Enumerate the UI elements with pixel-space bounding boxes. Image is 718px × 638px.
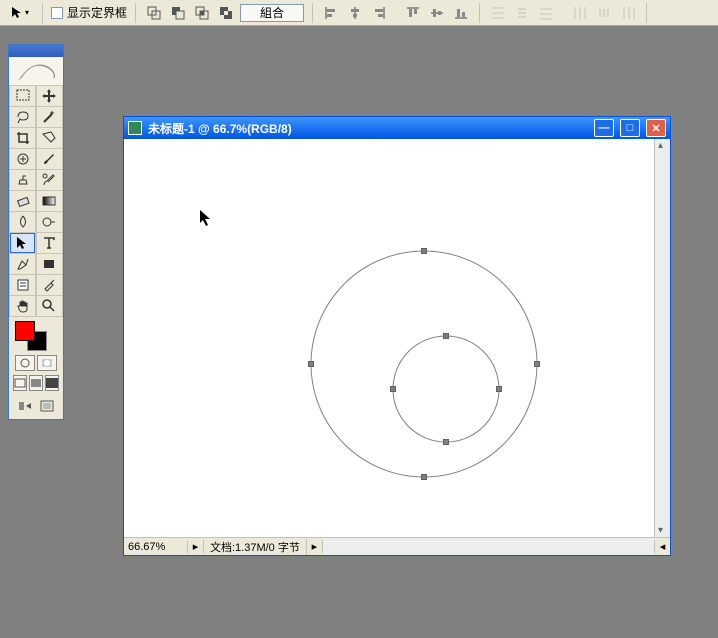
tool-eraser[interactable] [10,191,35,211]
align-vcenter-button[interactable] [427,3,447,23]
tool-gradient[interactable] [37,191,62,211]
tool-healing-brush[interactable] [10,149,35,169]
tool-zoom[interactable] [37,296,62,316]
foreground-color-swatch[interactable] [15,321,35,341]
distribute-hcenter-button [594,3,614,23]
vertical-scrollbar[interactable] [654,139,670,537]
screen-mode-row [9,373,63,393]
distribute-right-button [618,3,638,23]
align-left-button[interactable] [321,3,341,23]
pathfinder-exclude-button[interactable] [216,3,236,23]
distribute-vcenter-button [512,3,532,23]
hscroll-left-button[interactable]: ▸ [307,540,323,553]
chevron-down-icon: ▾ [25,8,29,17]
tool-shape[interactable] [37,254,62,274]
selection-handle[interactable] [390,386,396,392]
selection-handle[interactable] [308,361,314,367]
status-bar: 66.67% ▸ 文档:1.37M/0 字节 ▸ ◂ [124,537,670,555]
status-info: 文档:1.37M/0 字节 [204,539,307,555]
tool-dodge[interactable] [37,212,62,232]
zoom-display[interactable]: 66.67% [124,541,188,553]
selection-handle[interactable] [496,386,502,392]
selection-handle[interactable] [421,474,427,480]
tool-preset-picker[interactable]: ▾ [6,3,34,23]
align-top-button[interactable] [403,3,423,23]
separator [312,3,313,23]
hscroll-right-button[interactable]: ◂ [654,540,670,553]
pathfinder-subtract-button[interactable] [168,3,188,23]
distribute-top-button [488,3,508,23]
tool-type[interactable] [37,233,62,253]
document-titlebar[interactable]: 未标题-1 @ 66.7%(RGB/8) — □ ✕ [124,117,670,139]
jump-to-button[interactable] [37,397,57,415]
separator [135,3,136,23]
arrow-cursor-icon [199,209,213,230]
tool-eyedropper[interactable] [37,275,62,295]
jump-row [9,393,63,419]
mask-mode-row [9,353,63,373]
quickmask-mode-button[interactable] [37,355,57,371]
tool-marquee[interactable] [10,86,35,106]
tool-crop[interactable] [10,128,35,148]
selection-handle[interactable] [534,361,540,367]
document-icon [128,121,142,135]
tool-slice[interactable] [37,128,62,148]
tool-history-brush[interactable] [37,170,62,190]
selection-handle[interactable] [443,333,449,339]
align-hcenter-button[interactable] [345,3,365,23]
color-swatches [9,317,63,353]
separator [646,3,647,23]
canvas[interactable] [124,139,654,537]
toolbox-panel [8,44,64,420]
standard-mode-button[interactable] [15,355,35,371]
distribute-left-button [570,3,590,23]
distribute-bottom-button [536,3,556,23]
tool-hand[interactable] [10,296,35,316]
tool-grid [9,85,63,317]
arrow-cursor-icon [11,6,23,20]
tool-clone-stamp[interactable] [10,170,35,190]
tool-pen[interactable] [10,254,35,274]
minimize-button[interactable]: — [594,119,614,137]
tool-path-select[interactable] [10,233,35,253]
align-bottom-button[interactable] [451,3,471,23]
pathfinder-intersect-button[interactable] [192,3,212,23]
pathfinder-add-button[interactable] [144,3,164,23]
tool-brush[interactable] [37,149,62,169]
tool-blur[interactable] [10,212,35,232]
app-logo [9,57,63,85]
document-body [124,139,670,537]
status-menu-button[interactable]: ▸ [188,540,204,553]
tool-notes[interactable] [10,275,35,295]
screen-menubar-button[interactable] [29,375,43,391]
options-bar: ▾ 显示定界框 組合 [0,0,718,26]
screen-full-button[interactable] [45,375,59,391]
toolbox-titlebar[interactable] [9,45,63,57]
horizontal-scrollbar[interactable] [323,538,654,555]
align-right-button[interactable] [369,3,389,23]
separator [479,3,480,23]
combine-button[interactable]: 組合 [240,4,304,22]
selection-handle[interactable] [443,439,449,445]
document-title: 未标题-1 @ 66.7%(RGB/8) [148,120,292,137]
screen-standard-button[interactable] [13,375,27,391]
tool-move[interactable] [37,86,62,106]
document-window: 未标题-1 @ 66.7%(RGB/8) — □ ✕ 66.67% ▸ 文档:1… [123,116,671,556]
show-bounding-box-label: 显示定界框 [67,4,127,21]
close-button[interactable]: ✕ [646,119,666,137]
separator [42,3,43,23]
edit-in-imageready-button[interactable] [15,397,35,415]
tool-magic-wand[interactable] [37,107,62,127]
selection-handle[interactable] [421,248,427,254]
show-bounding-box-checkbox[interactable] [51,7,63,19]
maximize-button[interactable]: □ [620,119,640,137]
tool-lasso[interactable] [10,107,35,127]
